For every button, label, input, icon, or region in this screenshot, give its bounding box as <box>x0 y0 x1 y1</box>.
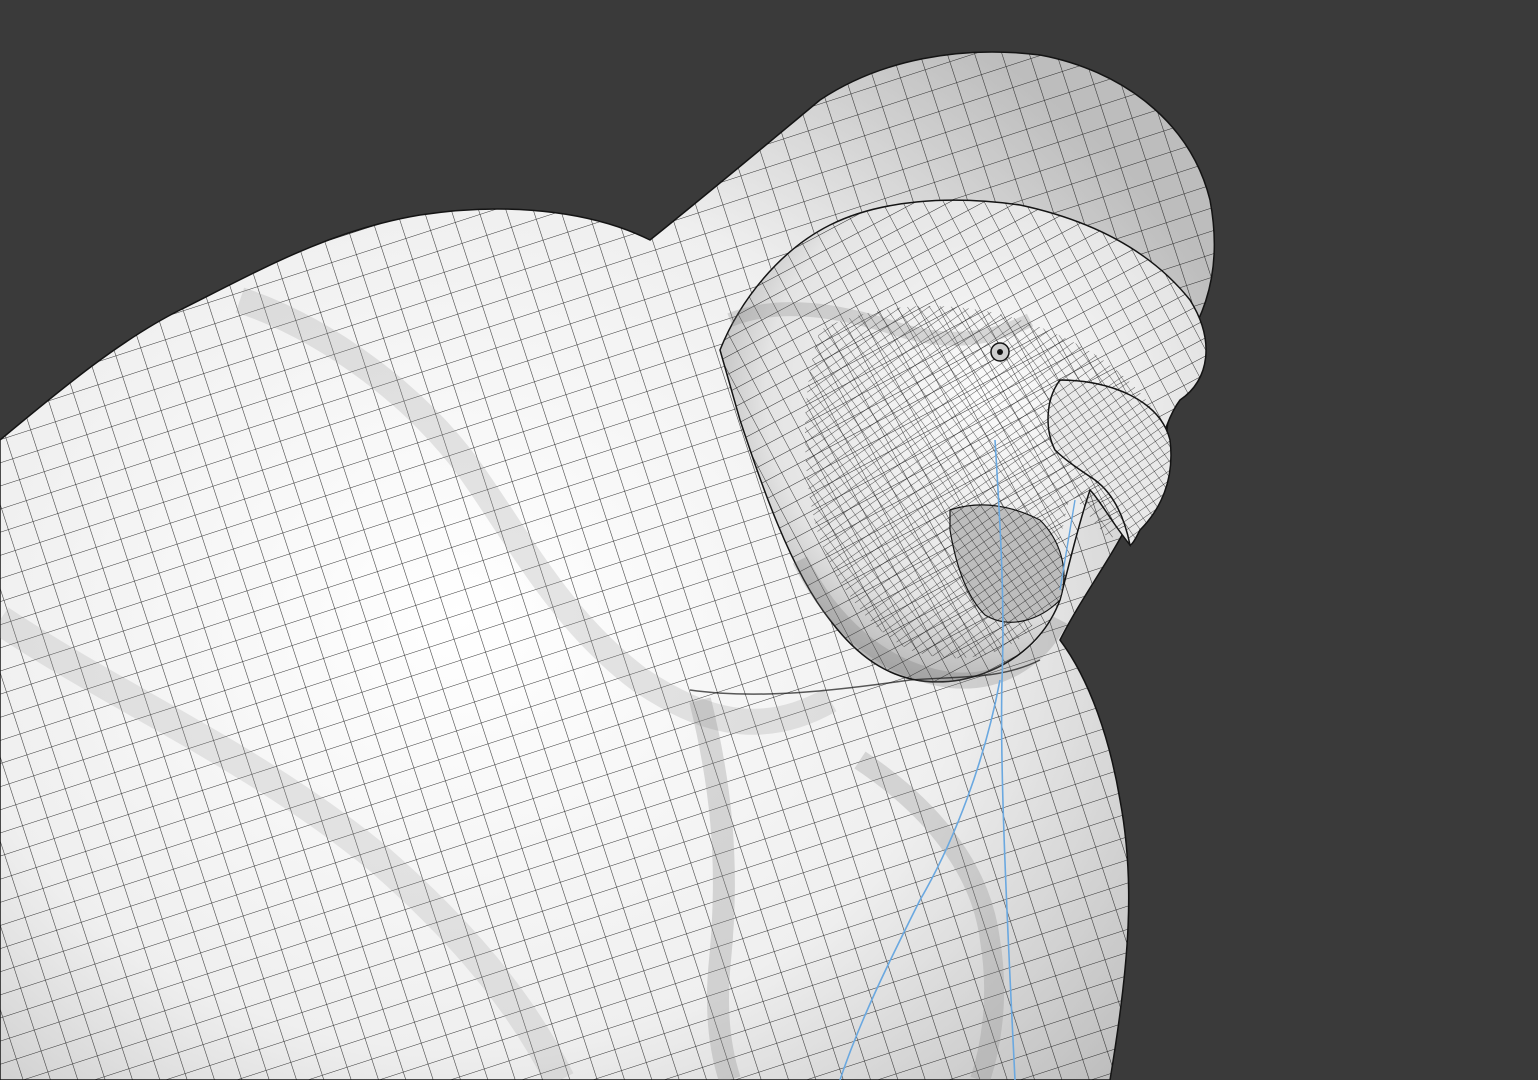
3d-viewport[interactable] <box>0 0 1538 1080</box>
eye-pupil <box>997 349 1003 355</box>
creature-wireframe-render <box>0 51 1216 1080</box>
